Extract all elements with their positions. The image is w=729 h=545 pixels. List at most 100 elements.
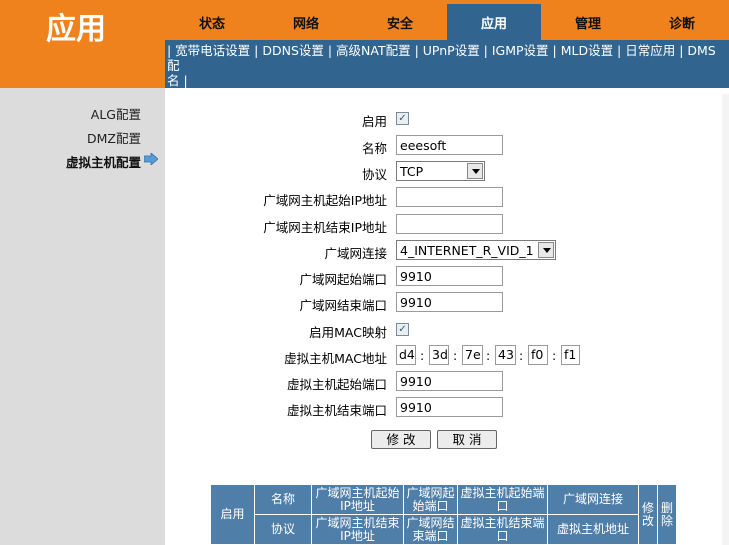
col-protocol: 协议 [254, 514, 312, 545]
col-delete: 删 除 [657, 484, 677, 545]
wan-start-ip-input[interactable] [396, 187, 503, 207]
mac-separator: : [552, 348, 557, 363]
wan-end-ip-input[interactable] [396, 214, 503, 234]
col-wan-conn: 广域网连接 [547, 484, 639, 515]
mac-separator: : [519, 348, 524, 363]
leftnav-alg[interactable]: ALG配置 [91, 104, 141, 123]
chevron-down-icon[interactable] [538, 242, 554, 258]
mac-octet-3[interactable]: 7e [462, 345, 483, 365]
col-wan-end-port-line1: 广域网结 [406, 515, 455, 530]
enable-checkbox[interactable]: ✓ [396, 112, 409, 125]
row-vhost-end-port: 虚拟主机结束端口 [165, 397, 722, 419]
vhost-mac-label: 虚拟主机MAC地址 [284, 351, 387, 366]
col-modify-line2: 改 [641, 513, 654, 528]
wan-conn-select[interactable]: 4_INTERNET_R_VID_1 [396, 240, 556, 260]
wan-end-ip-label: 广域网主机结束IP地址 [263, 220, 387, 235]
virtual-host-table: 启用 名称 广域网主机起始 IP地址 广域网起 始端口 虚拟主机起始端 口 广域… [210, 484, 677, 545]
vhost-start-port-label: 虚拟主机起始端口 [286, 377, 387, 392]
table-header-row-1: 启用 名称 广域网主机起始 IP地址 广域网起 始端口 虚拟主机起始端 口 广域… [210, 484, 677, 545]
col-wan-end-ip-line2: IP地址 [340, 528, 375, 543]
col-wan-start-ip: 广域网主机起始 IP地址 [311, 484, 404, 515]
col-delete-line2: 除 [660, 513, 673, 528]
row-vhost-mac: 虚拟主机MAC地址 d4 : 3d : 7e : 43 : f0 : f1 [165, 345, 722, 367]
mac-octet-4[interactable]: 43 [495, 345, 516, 365]
col-wan-start-port-line2: 始端口 [412, 498, 449, 513]
wan-conn-label: 广域网连接 [324, 246, 387, 261]
row-wan-start-port: 广域网起始端口 [165, 266, 722, 288]
col-vhost-ip: 虚拟主机地址 [547, 514, 639, 545]
mac-octet-6[interactable]: f1 [561, 345, 580, 365]
mac-separator: : [486, 348, 491, 363]
protocol-select[interactable]: TCP [396, 161, 485, 181]
sub-nav-line-2[interactable]: 名 | [167, 73, 727, 88]
sub-nav-line-1[interactable]: | 宽带电话设置 | DDNS设置 | 高级NAT配置 | UPnP设置 | I… [167, 43, 727, 73]
mac-octet-5[interactable]: f0 [528, 345, 548, 365]
col-vhost-start-port-line1: 虚拟主机起始端 [460, 485, 545, 500]
protocol-value: TCP [400, 164, 424, 179]
arrow-right-icon [144, 153, 158, 165]
protocol-label: 协议 [361, 167, 387, 182]
row-wan-end-ip: 广域网主机结束IP地址 [165, 214, 722, 236]
row-enable: 启用 ✓ [165, 108, 722, 130]
row-wan-end-port: 广域网结束端口 [165, 292, 722, 314]
col-delete-line1: 删 [660, 500, 673, 515]
row-mac-map: 启用MAC映射 ✓ [165, 319, 722, 341]
mac-separator: : [420, 348, 425, 363]
scrollbar-edge [722, 94, 729, 545]
section-title: 应用 [0, 0, 165, 88]
top-nav: 状态 网络 安全 应用 管理 诊断 [165, 0, 729, 40]
wan-start-port-label: 广域网起始端口 [299, 272, 387, 287]
tab-management[interactable]: 管理 [541, 4, 635, 40]
cancel-button[interactable]: 取 消 [437, 430, 497, 449]
wan-conn-value: 4_INTERNET_R_VID_1 [400, 243, 534, 258]
col-wan-end-port-line2: 束端口 [412, 528, 449, 543]
col-wan-end-ip: 广域网主机结束 IP地址 [311, 514, 404, 545]
mac-octet-2[interactable]: 3d [429, 345, 449, 365]
row-protocol: 协议 TCP [165, 161, 722, 183]
vhost-start-port-input[interactable] [396, 371, 503, 391]
wan-end-port-input[interactable] [396, 292, 503, 312]
col-wan-end-port: 广域网结 束端口 [403, 514, 458, 545]
enable-label: 启用 [361, 114, 387, 129]
tab-diagnostics[interactable]: 诊断 [635, 4, 729, 40]
tab-status[interactable]: 状态 [165, 4, 259, 40]
chevron-down-icon[interactable] [467, 163, 483, 179]
vhost-end-port-label: 虚拟主机结束端口 [286, 403, 387, 418]
col-modify-line1: 修 [641, 500, 654, 515]
sub-nav: | 宽带电话设置 | DDNS设置 | 高级NAT配置 | UPnP设置 | I… [165, 40, 729, 88]
col-enable: 启用 [210, 484, 255, 545]
tab-network[interactable]: 网络 [259, 4, 353, 40]
tab-application[interactable]: 应用 [447, 4, 541, 40]
row-vhost-start-port: 虚拟主机起始端口 [165, 371, 722, 393]
left-nav: ALG配置 DMZ配置 虚拟主机配置 [0, 88, 165, 545]
col-wan-start-port: 广域网起 始端口 [403, 484, 458, 515]
col-vhost-start-port: 虚拟主机起始端 口 [457, 484, 548, 515]
row-name: 名称 [165, 135, 722, 157]
vhost-end-port-input[interactable] [396, 397, 503, 417]
wan-start-port-input[interactable] [396, 266, 503, 286]
col-vhost-end-port-line1: 虚拟主机结束端 [460, 515, 545, 530]
name-input[interactable] [396, 135, 503, 155]
col-wan-start-port-line1: 广域网起 [406, 485, 455, 500]
wan-start-ip-label: 广域网主机起始IP地址 [263, 193, 387, 208]
leftnav-virtual-host[interactable]: 虚拟主机配置 [66, 152, 141, 171]
row-wan-conn: 广域网连接 4_INTERNET_R_VID_1 [165, 240, 722, 262]
col-vhost-end-port-line2: 口 [496, 528, 509, 543]
leftnav-dmz[interactable]: DMZ配置 [87, 128, 141, 147]
col-modify: 修 改 [638, 484, 658, 545]
table-header-row-2: 协议 广域网主机结束 IP地址 广域网结 束端口 虚拟主机结束端 口 虚拟主机地… [211, 514, 677, 545]
row-wan-start-ip: 广域网主机起始IP地址 [165, 187, 722, 209]
col-vhost-end-port: 虚拟主机结束端 口 [457, 514, 548, 545]
mac-map-checkbox[interactable]: ✓ [396, 323, 409, 336]
mac-octet-1[interactable]: d4 [396, 345, 416, 365]
tab-security[interactable]: 安全 [353, 4, 447, 40]
mac-separator: : [453, 348, 458, 363]
router-config-page: 应用 状态 网络 安全 应用 管理 诊断 | 宽带电话设置 | DDNS设置 |… [0, 0, 729, 545]
col-vhost-start-port-line2: 口 [496, 498, 509, 513]
col-name: 名称 [254, 484, 312, 515]
mac-map-label: 启用MAC映射 [309, 325, 387, 340]
wan-end-port-label: 广域网结束端口 [299, 298, 387, 313]
modify-button[interactable]: 修 改 [371, 430, 431, 449]
main-form: 启用 ✓ 名称 协议 TCP 广域网主机起始IP地址 广域网主机结束IP地址 广… [165, 94, 722, 545]
col-wan-start-ip-line1: 广域网主机起始 [315, 485, 400, 500]
